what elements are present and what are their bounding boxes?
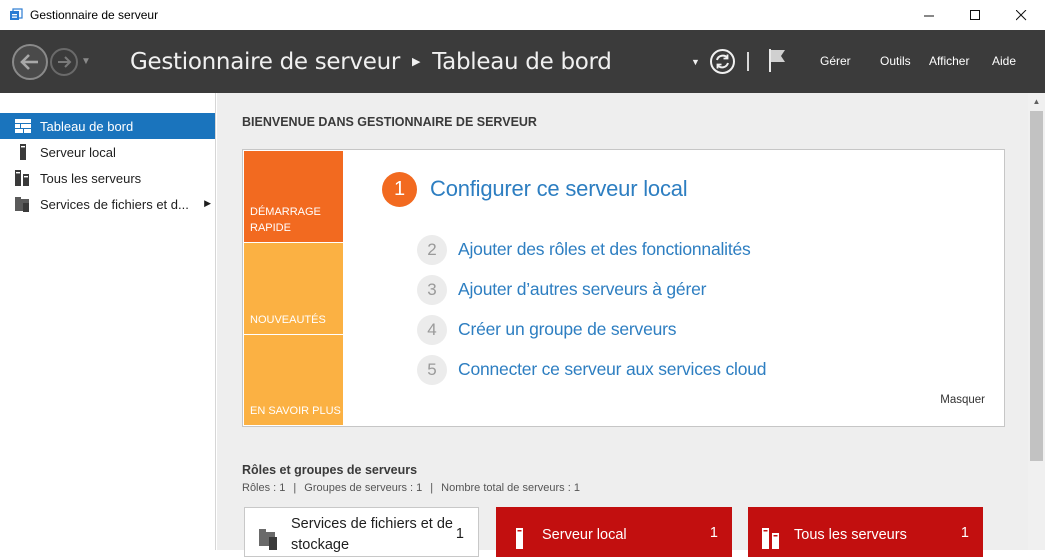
tab-whats-new[interactable]: NOUVEAUTÉS — [244, 243, 343, 334]
sidebar-item-dashboard[interactable]: Tableau de bord — [0, 113, 215, 139]
connect-cloud-link[interactable]: Connecter ce serveur aux services cloud — [458, 359, 767, 380]
sidebar-item-all-servers[interactable]: Tous les serveurs — [0, 165, 215, 191]
breadcrumb-root[interactable]: Gestionnaire de serveur — [130, 49, 400, 75]
tab-quick-start[interactable]: DÉMARRAGE RAPIDE — [244, 151, 343, 242]
step-number-badge: 5 — [417, 355, 447, 385]
welcome-heading: BIENVENUE DANS GESTIONNAIRE DE SERVEUR — [242, 115, 537, 129]
breadcrumb-separator-icon: ▶ — [412, 54, 421, 68]
servers-icon — [15, 170, 29, 186]
roles-count: Rôles : 1 — [242, 482, 286, 494]
arrow-left-icon — [20, 54, 38, 70]
window-title: Gestionnaire de serveur — [30, 8, 159, 22]
close-button[interactable] — [998, 0, 1044, 30]
refresh-icon[interactable] — [709, 48, 736, 75]
menu-aide[interactable]: Aide — [992, 54, 1016, 68]
title-bar: Gestionnaire de serveur — [0, 0, 1045, 30]
expand-arrow-icon[interactable]: ▶ — [204, 198, 211, 209]
sidebar-item-file-services[interactable]: Services de fichiers et d... ▶ — [0, 191, 215, 217]
breadcrumb-page: Tableau de bord — [432, 49, 612, 75]
maximize-icon — [969, 9, 980, 20]
main-content: BIENVENUE DANS GESTIONNAIRE DE SERVEUR D… — [217, 93, 1028, 557]
server-icon — [516, 528, 523, 549]
menu-gerer[interactable]: Gérer — [820, 54, 851, 68]
header-dropdown-icon[interactable]: ▼ — [691, 57, 700, 67]
sidebar-item-label: Tous les serveurs — [40, 170, 142, 186]
file-services-icon — [259, 529, 277, 550]
tile-count: 1 — [455, 526, 464, 542]
scrollbar-thumb[interactable] — [1030, 111, 1043, 461]
sidebar-item-label: Serveur local — [40, 144, 116, 160]
step-number-badge: 2 — [417, 235, 447, 265]
forward-button[interactable] — [50, 48, 78, 76]
quickstart-panel: DÉMARRAGE RAPIDE NOUVEAUTÉS EN SAVOIR PL… — [242, 149, 1005, 427]
vertical-scrollbar[interactable]: ▲ — [1028, 93, 1045, 550]
menu-afficher[interactable]: Afficher — [929, 54, 969, 68]
breadcrumb: Gestionnaire de serveur ▶ Tableau de bor… — [130, 49, 612, 75]
header-divider — [747, 52, 749, 71]
sidebar: Tableau de bord Serveur local Tous les s… — [0, 93, 216, 550]
app-header: ▼ Gestionnaire de serveur ▶ Tableau de b… — [0, 30, 1045, 93]
add-roles-link[interactable]: Ajouter des rôles et des fonctionnalités — [458, 239, 751, 260]
notifications-flag-icon[interactable] — [767, 47, 789, 73]
configure-local-server-link[interactable]: Configurer ce serveur local — [430, 176, 688, 202]
back-button[interactable] — [12, 44, 48, 80]
dashboard-icon — [15, 119, 31, 133]
add-servers-link[interactable]: Ajouter d’autres serveurs à gérer — [458, 279, 706, 300]
tile-count: 1 — [709, 525, 718, 541]
tile-name: Tous les serveurs — [794, 527, 907, 543]
maximize-button[interactable] — [952, 0, 998, 30]
step-number-badge: 3 — [417, 275, 447, 305]
minimize-button[interactable] — [906, 0, 952, 30]
create-server-group-link[interactable]: Créer un groupe de serveurs — [458, 319, 677, 340]
menu-outils[interactable]: Outils — [880, 54, 911, 68]
step-number-badge: 4 — [417, 315, 447, 345]
minimize-icon — [923, 15, 934, 16]
roles-summary: Rôles : 1 | Groupes de serveurs : 1 | Nombre… — [242, 482, 580, 494]
scroll-up-icon[interactable]: ▲ — [1028, 93, 1045, 110]
file-services-icon — [15, 197, 29, 212]
sidebar-item-label: Services de fichiers et d... — [40, 196, 189, 212]
history-dropdown-icon[interactable]: ▼ — [81, 56, 91, 67]
tile-name: Serveur local — [542, 527, 627, 543]
groups-count: Groupes de serveurs : 1 — [304, 482, 423, 494]
step-number-badge: 1 — [382, 172, 417, 207]
sidebar-item-label: Tableau de bord — [40, 118, 134, 134]
close-icon — [1015, 9, 1026, 20]
tile-count: 1 — [960, 525, 969, 541]
roles-section-title: Rôles et groupes de serveurs — [242, 463, 418, 477]
hide-quickstart-link[interactable]: Masquer — [940, 394, 985, 406]
server-icon — [20, 144, 26, 160]
sidebar-item-local-server[interactable]: Serveur local — [0, 139, 215, 165]
servers-icon — [762, 528, 779, 549]
tab-learn-more[interactable]: EN SAVOIR PLUS — [244, 335, 343, 425]
arrow-right-icon — [58, 56, 72, 68]
servers-count: Nombre total de serveurs : 1 — [441, 482, 580, 494]
server-manager-app-icon — [10, 8, 23, 20]
